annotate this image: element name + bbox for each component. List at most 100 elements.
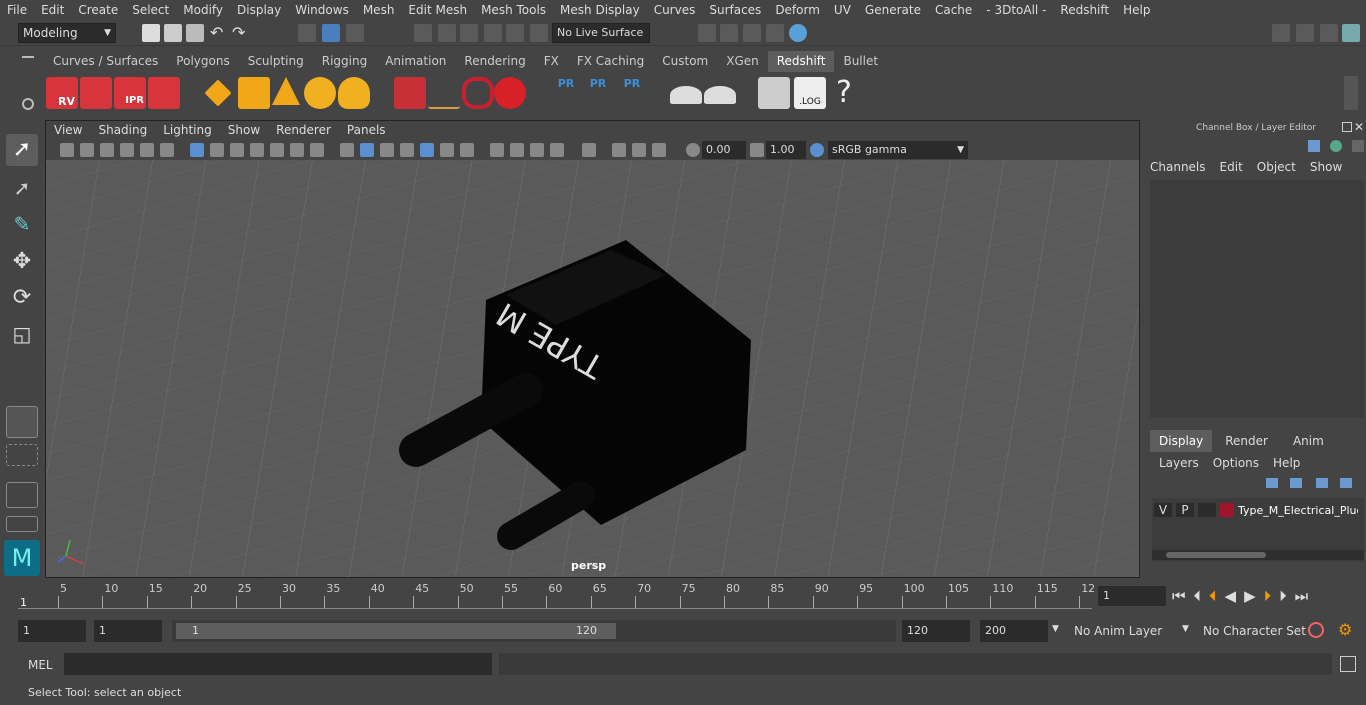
rs-hair-icon[interactable] <box>428 77 460 109</box>
go-to-end-icon[interactable]: ⏭ <box>1295 587 1309 605</box>
vp-menu-renderer[interactable]: Renderer <box>268 121 339 140</box>
anti-aliasing-icon[interactable] <box>530 143 544 157</box>
menu-edit-mesh[interactable]: Edit Mesh <box>401 0 474 20</box>
tab-fx-caching[interactable]: FX Caching <box>568 51 653 72</box>
mel-label[interactable]: MEL <box>28 658 53 672</box>
anim-layer-label[interactable]: No Anim Layer <box>1074 624 1162 638</box>
layer-hscrollbar[interactable] <box>1152 550 1364 560</box>
tab-rendering[interactable]: Rendering <box>455 51 534 72</box>
cb-menu-edit[interactable]: Edit <box>1220 160 1243 174</box>
menu-3dtoall[interactable]: - 3DtoAll - <box>979 0 1053 20</box>
bookmark-icon[interactable] <box>100 143 114 157</box>
auto-key-icon[interactable] <box>1308 622 1324 638</box>
tab-render[interactable]: Render <box>1212 430 1281 452</box>
rs-portal-light-icon[interactable] <box>238 77 270 109</box>
redo-icon[interactable]: ↷ <box>232 24 250 42</box>
layer-row[interactable]: V P Type_M_Electrical_Plug <box>1154 501 1364 519</box>
tab-display[interactable]: Display <box>1150 430 1213 452</box>
cb-toggle-icon-1[interactable] <box>1308 140 1320 152</box>
exposure-icon[interactable] <box>686 143 700 157</box>
select-object-icon[interactable] <box>322 24 340 42</box>
render-view-icon[interactable] <box>698 24 716 42</box>
default-material-icon[interactable] <box>380 143 394 157</box>
gamma-field[interactable]: 1.00 <box>766 141 806 159</box>
cb-menu-show[interactable]: Show <box>1310 160 1342 174</box>
timeline-track[interactable]: 1 5 10 15 20 25 30 35 40 45 50 55 60 65 70 75 80 85 90 95 1… <box>18 580 1095 614</box>
snap-view-icon[interactable] <box>484 24 502 42</box>
command-input[interactable] <box>64 653 492 675</box>
tab-xgen[interactable]: XGen <box>717 51 768 72</box>
menu-deform[interactable]: Deform <box>768 0 827 20</box>
snap-surface-icon[interactable] <box>506 24 524 42</box>
layer-visibility-toggle[interactable]: V <box>1154 503 1172 517</box>
rs-pr-box-icon[interactable]: PR <box>550 77 582 109</box>
mode-selector[interactable]: Modeling ▼ <box>18 23 116 43</box>
tab-anim[interactable]: Anim <box>1281 430 1336 452</box>
viewport-panel[interactable]: View Shading Lighting Show Renderer Pane… <box>45 120 1140 578</box>
vp-menu-shading[interactable]: Shading <box>90 121 155 140</box>
hypershade-icon[interactable] <box>789 24 807 42</box>
rotate-tool-icon[interactable]: ⟳ <box>6 282 38 314</box>
vp-menu-panels[interactable]: Panels <box>339 121 394 140</box>
animation-start-field[interactable]: 1 <box>18 620 86 642</box>
exposure-field[interactable]: 0.00 <box>702 141 746 159</box>
rs-batch-render-icon[interactable] <box>80 77 112 109</box>
xray-joints-icon[interactable] <box>652 143 666 157</box>
shelf-scroll-icon[interactable] <box>1344 76 1358 110</box>
cb-toggle-icon-3[interactable] <box>1352 140 1364 152</box>
vp-menu-show[interactable]: Show <box>220 121 268 140</box>
vp-menu-view[interactable]: View <box>46 121 90 140</box>
rs-shader-icon[interactable] <box>462 77 494 109</box>
script-editor-icon[interactable] <box>1340 656 1356 672</box>
textured-icon[interactable] <box>420 143 434 157</box>
snap-curve-icon[interactable] <box>438 24 456 42</box>
tab-custom[interactable]: Custom <box>653 51 717 72</box>
current-frame-field[interactable]: 1 <box>1098 586 1166 606</box>
tab-rigging[interactable]: Rigging <box>313 51 376 72</box>
vp-menu-lighting[interactable]: Lighting <box>155 121 220 140</box>
isolate-select-icon[interactable] <box>582 143 596 157</box>
select-hierarchy-icon[interactable] <box>298 24 316 42</box>
tab-polygons[interactable]: Polygons <box>167 51 238 72</box>
tab-redshift[interactable]: Redshift <box>767 51 835 72</box>
menu-mesh-tools[interactable]: Mesh Tools <box>474 0 553 20</box>
color-space-select[interactable]: sRGB gamma ▼ <box>828 141 968 159</box>
layer-menu-layers[interactable]: Layers <box>1159 456 1199 470</box>
menu-help[interactable]: Help <box>1116 0 1157 20</box>
wireframe-icon[interactable] <box>340 143 354 157</box>
snap-vertex-icon[interactable] <box>530 24 548 42</box>
workspace-icon[interactable] <box>1272 24 1290 42</box>
resolution-gate-icon[interactable] <box>230 143 244 157</box>
menu-create[interactable]: Create <box>71 0 125 20</box>
menu-mesh[interactable]: Mesh <box>356 0 402 20</box>
render-settings-icon[interactable] <box>766 24 784 42</box>
menu-select[interactable]: Select <box>125 0 176 20</box>
step-forward-key-icon[interactable]: ⏵ <box>1264 587 1272 605</box>
layer-move-down-icon[interactable] <box>1290 478 1302 488</box>
close-icon[interactable]: ✕ <box>1354 120 1364 134</box>
new-scene-icon[interactable] <box>142 24 160 42</box>
menu-generate[interactable]: Generate <box>858 0 928 20</box>
cb-toggle-icon-2[interactable] <box>1330 140 1342 152</box>
tab-animation[interactable]: Animation <box>376 51 455 72</box>
rs-bake-icon-2[interactable] <box>704 86 736 104</box>
layer-color-swatch[interactable] <box>1220 503 1234 517</box>
menu-file[interactable]: File <box>0 0 34 20</box>
undo-icon[interactable]: ↶ <box>210 24 228 42</box>
save-scene-icon[interactable] <box>186 24 204 42</box>
menu-redshift[interactable]: Redshift <box>1053 0 1116 20</box>
layout-outliner-icon[interactable] <box>6 516 38 532</box>
rs-material-ball-icon[interactable] <box>494 77 526 109</box>
tab-fx[interactable]: FX <box>535 51 568 72</box>
range-slider-handle[interactable] <box>176 623 616 639</box>
film-gate-icon[interactable] <box>210 143 224 157</box>
gate-mask-icon[interactable] <box>250 143 264 157</box>
xray-icon[interactable] <box>612 143 626 157</box>
layer-menu-options[interactable]: Options <box>1213 456 1259 470</box>
menu-windows[interactable]: Windows <box>288 0 356 20</box>
tab-bullet[interactable]: Bullet <box>834 51 887 72</box>
menu-cache[interactable]: Cache <box>928 0 979 20</box>
rs-sun-sky-icon[interactable] <box>338 77 370 109</box>
range-slider[interactable]: 1 120 <box>172 620 896 642</box>
menu-surfaces[interactable]: Surfaces <box>702 0 768 20</box>
